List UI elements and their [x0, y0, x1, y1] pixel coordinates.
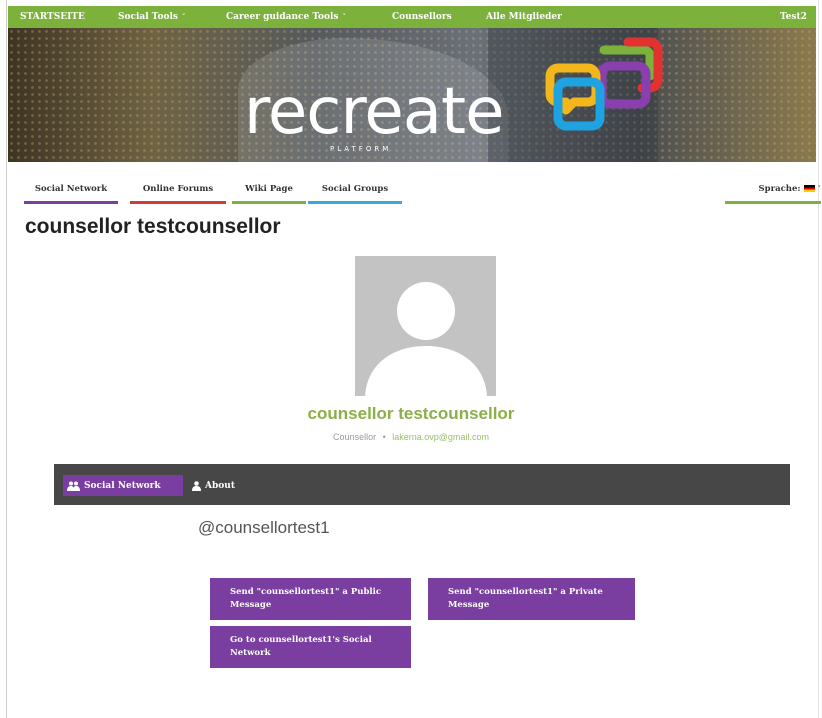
tab-social-network[interactable]: Social Network — [24, 184, 118, 204]
go-to-social-network-button[interactable]: Go to counsellortest1's Social Network — [210, 626, 411, 668]
language-label: Sprache: — [758, 184, 801, 194]
profile-handle: @counsellortest1 — [198, 518, 330, 537]
send-public-message-button[interactable]: Send "counsellortest1" a Public Message — [210, 578, 411, 620]
tab-underline — [308, 201, 402, 204]
profile-email-link[interactable]: lakerna.ovp@gmail.com — [392, 432, 489, 442]
avatar — [355, 256, 496, 396]
chevron-down-icon: ˅ — [181, 12, 186, 21]
german-flag-icon — [803, 185, 815, 192]
top-nav-bar: STARTSEITE Social Tools ˅ Career guidance… — [8, 6, 816, 28]
logo-bubbles-icon — [545, 37, 663, 131]
profile-display-name: counsellor testcounsellor — [307, 404, 515, 423]
nav-item-startseite[interactable]: STARTSEITE — [20, 12, 85, 22]
nav-item-alle-mitglieder[interactable]: Alle Mitglieder — [486, 12, 562, 22]
nav-item-label: Career guidance Tools — [226, 12, 339, 22]
site-logo-text: recreate — [244, 75, 504, 149]
default-avatar-icon — [365, 282, 487, 396]
user-icon — [192, 480, 201, 491]
meta-separator: • — [382, 432, 386, 442]
nav-item-label: Social Tools — [118, 12, 178, 22]
users-icon — [67, 481, 80, 491]
tab-wiki-page[interactable]: Wiki Page — [232, 184, 306, 204]
page-title: counsellor testcounsellor — [25, 215, 281, 238]
profile-role: Counsellor — [333, 432, 377, 442]
tab-online-forums[interactable]: Online Forums — [130, 184, 226, 204]
chevron-down-icon: ˅ — [342, 12, 346, 21]
profile-tab-about[interactable]: About — [188, 475, 239, 496]
tab-underline — [24, 201, 118, 204]
header-banner: recreate — [8, 28, 816, 162]
language-selector[interactable]: Sprache: ˅ — [725, 184, 821, 204]
site-logo-subtitle: PLATFORM — [330, 145, 392, 153]
profile-meta: Counsellor • lakerna.ovp@gmail.com — [0, 432, 822, 442]
nav-user-menu[interactable]: Test2 — [780, 12, 807, 22]
profile-tab-bar: Social Network About — [54, 464, 790, 505]
profile-tab-social-network[interactable]: Social Network — [63, 475, 183, 496]
page-frame-right — [818, 0, 819, 718]
language-underline — [725, 201, 821, 204]
chevron-down-icon: ˅ — [817, 184, 822, 193]
send-private-message-button[interactable]: Send "counsellortest1" a Private Message — [428, 578, 635, 620]
tab-social-groups[interactable]: Social Groups — [308, 184, 402, 204]
secondary-nav: Social Network Online Forums Wiki Page S… — [8, 178, 821, 206]
profile-tab-label: Social Network — [84, 480, 161, 491]
tab-underline — [130, 201, 226, 204]
nav-item-career-guidance-tools[interactable]: Career guidance Tools ˅ — [226, 12, 346, 22]
profile-tab-label: About — [205, 480, 235, 491]
nav-item-social-tools[interactable]: Social Tools ˅ — [118, 12, 185, 22]
page-frame-left — [6, 0, 7, 718]
tab-underline — [232, 201, 306, 204]
nav-item-counsellors[interactable]: Counsellors — [392, 12, 452, 22]
